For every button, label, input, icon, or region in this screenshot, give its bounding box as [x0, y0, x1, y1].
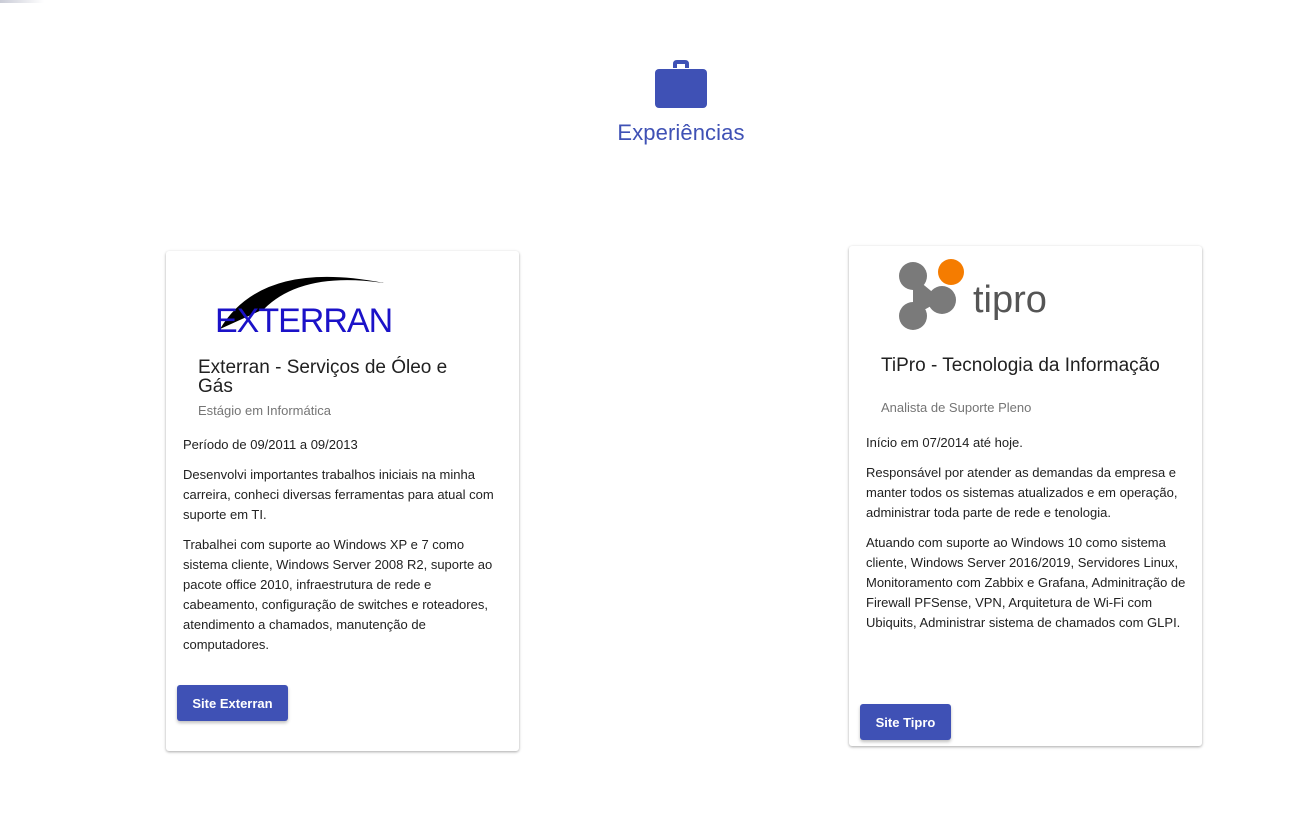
section-title: Experiências	[617, 120, 745, 145]
card-paragraph: Responsável por atender as demandas da e…	[866, 465, 1178, 520]
experience-card-exterran: EXTERRAN Exterran - Serviços de Óleo e G…	[166, 251, 519, 751]
exterran-logo: EXTERRAN	[212, 259, 393, 340]
tipro-logo-text: tipro	[973, 279, 1047, 321]
briefcase-icon	[655, 60, 707, 108]
card-subtitle: Analista de Suporte Pleno	[881, 400, 1032, 415]
card-paragraph: Desenvolvi importantes trabalhos iniciai…	[183, 467, 494, 522]
site-exterran-button[interactable]: Site Exterran	[177, 685, 288, 721]
tipro-logo: tipro	[895, 254, 1075, 334]
experience-card-tipro: tipro TiPro - Tecnologia da Informação A…	[849, 246, 1202, 746]
card-subtitle: Estágio em Informática	[198, 403, 331, 418]
card-title: Exterran - Serviços de Óleo e Gás	[198, 357, 448, 397]
card-title: TiPro - Tecnologia da Informação	[881, 355, 1160, 376]
card-description: Início em 07/2014 até hoje. Responsável …	[866, 433, 1192, 643]
card-paragraph: Trabalhei com suporte ao Windows XP e 7 …	[183, 537, 493, 652]
experiences-header: Experiências	[0, 58, 1297, 146]
card-paragraph: Atuando com suporte ao Windows 10 como s…	[866, 535, 1186, 630]
card-description: Período de 09/2011 a 09/2013 Desenvolvi …	[183, 435, 509, 665]
site-tipro-button[interactable]: Site Tipro	[860, 704, 951, 740]
card-period: Período de 09/2011 a 09/2013	[183, 437, 358, 452]
corner-mark	[0, 0, 44, 3]
exterran-logo-text: EXTERRAN	[215, 302, 392, 339]
card-period: Início em 07/2014 até hoje.	[866, 435, 1023, 450]
